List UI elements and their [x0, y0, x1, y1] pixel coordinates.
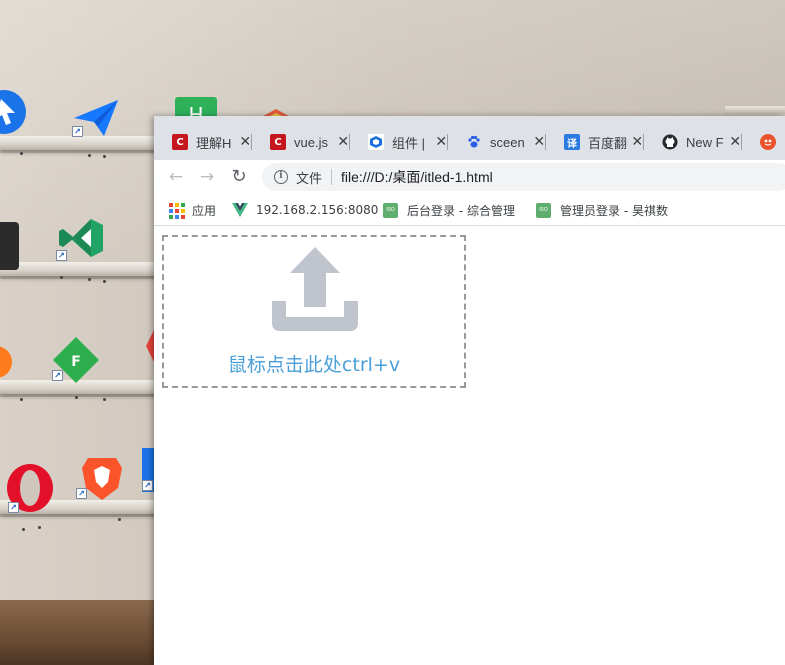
bookmark-label: 应用 — [192, 203, 217, 218]
dark-app-icon[interactable] — [0, 220, 32, 272]
browser-toolbar: ← → ↻ i 文件 file:///D:/桌面/itled-1.html — [154, 160, 785, 194]
github-icon — [662, 134, 678, 150]
close-icon[interactable]: ✕ — [435, 134, 448, 150]
cube-icon — [368, 134, 384, 150]
paste-drop-zone[interactable]: 鼠标点击此处ctrl+v — [162, 235, 466, 388]
page-icon: ISO — [383, 202, 398, 218]
bookmark-label: 管理员登录 - 昊祺数 — [560, 203, 668, 218]
close-icon[interactable]: ✕ — [337, 134, 350, 150]
red-c-icon: C — [270, 134, 286, 150]
translate-icon: 译 — [564, 134, 580, 150]
shelf — [725, 106, 785, 114]
paste-hint-text: 鼠标点击此处ctrl+v — [227, 354, 401, 376]
url-text[interactable]: file:///D:/桌面/itled-1.html — [341, 167, 493, 187]
page-icon: ISO — [536, 202, 551, 218]
floor — [0, 600, 160, 665]
close-icon[interactable]: ✕ — [729, 134, 742, 150]
orange-app-icon — [760, 134, 776, 150]
bookmark-local-server[interactable]: 192.168.2.156:8080 — [232, 201, 378, 219]
shortcut-arrow-icon: ↗ — [52, 370, 63, 381]
tab-title: New F — [686, 134, 724, 150]
bookmarks-bar: 应用 192.168.2.156:8080 ISO 后台登录 - 综合管理 IS… — [154, 194, 785, 226]
shortcut-arrow-icon: ↗ — [8, 502, 19, 513]
tab-title: 组件 | — [392, 135, 425, 151]
close-icon[interactable]: ✕ — [631, 134, 644, 150]
tab-3[interactable]: 组件 | ✕ — [350, 130, 448, 154]
upload-icon — [272, 247, 358, 331]
page-content: 鼠标点击此处ctrl+v — [154, 227, 785, 665]
browser-window: C 理解H ✕ C vue.js ✕ 组件 | ✕ sceen ✕ 译 百度翻 … — [154, 116, 785, 665]
shortcut-arrow-icon: ↗ — [72, 126, 83, 137]
apps-grid-icon — [168, 202, 185, 219]
bookmark-apps[interactable]: 应用 — [168, 201, 216, 219]
shortcut-arrow-icon: ↗ — [142, 480, 153, 491]
vue-icon — [232, 203, 248, 217]
bookmark-label: 后台登录 - 综合管理 — [407, 203, 515, 218]
file-scheme-label: 文件 — [296, 171, 323, 187]
shortcut-arrow-icon: ↗ — [56, 250, 67, 261]
address-bar[interactable]: i 文件 file:///D:/桌面/itled-1.html — [262, 163, 785, 191]
tab-title: 理解H — [196, 135, 232, 151]
tab-title: vue.js — [294, 134, 328, 150]
tab-2[interactable]: C vue.js ✕ — [252, 130, 350, 154]
bookmark-admin-login[interactable]: ISO 后台登录 - 综合管理 — [383, 201, 523, 219]
shortcut-arrow-icon: ↗ — [76, 488, 87, 499]
tab-5[interactable]: 译 百度翻 ✕ — [546, 130, 644, 154]
tab-strip: C 理解H ✕ C vue.js ✕ 组件 | ✕ sceen ✕ 译 百度翻 … — [154, 116, 785, 160]
paw-icon — [466, 134, 482, 150]
tab-6[interactable]: New F ✕ — [644, 130, 742, 154]
orange-app-icon[interactable] — [0, 336, 22, 388]
tab-title: 百度翻 — [588, 135, 627, 151]
red-c-icon: C — [172, 134, 188, 150]
tab-1[interactable]: C 理解H ✕ — [154, 130, 252, 154]
divider — [331, 169, 333, 185]
close-icon[interactable]: ✕ — [239, 134, 252, 150]
info-icon[interactable]: i — [274, 170, 288, 184]
bookmark-manager-login[interactable]: ISO 管理员登录 - 昊祺数 — [536, 201, 676, 219]
app-icon[interactable] — [0, 86, 30, 138]
tab-7[interactable] — [742, 130, 785, 154]
forward-button[interactable]: → — [195, 166, 219, 188]
tab-title: sceen — [490, 134, 525, 150]
svg-text:F: F — [71, 354, 81, 370]
tab-4[interactable]: sceen ✕ — [448, 130, 546, 154]
reload-button[interactable]: ↻ — [227, 166, 251, 188]
close-icon[interactable]: ✕ — [533, 134, 546, 150]
back-button[interactable]: ← — [164, 166, 188, 188]
bookmark-label: 192.168.2.156:8080 — [256, 203, 379, 217]
